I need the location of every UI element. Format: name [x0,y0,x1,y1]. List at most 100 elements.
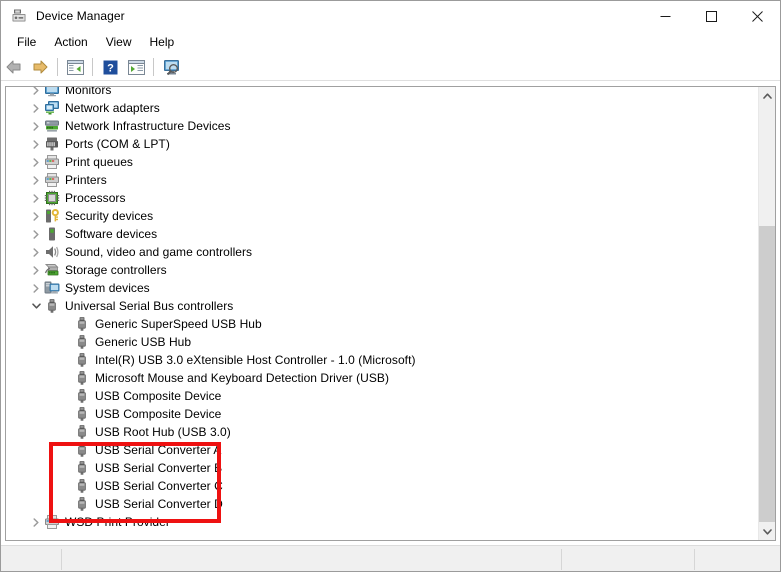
device-tree-panel: Monitors Network adapters Network Infrastr… [5,86,776,541]
tree-item-label: Software devices [65,227,158,241]
tree-item-label: Storage controllers [65,263,167,277]
back-button[interactable] [2,55,26,79]
tree-row[interactable]: USB Serial Converter D [6,495,758,513]
tree-row[interactable]: USB Serial Converter C [6,477,758,495]
tree-item-label: Monitors [65,87,112,97]
console-tree-icon[interactable] [63,55,87,79]
usb-icon [74,352,90,368]
monitor-icon [44,87,60,98]
tree-item-label: Security devices [65,209,154,223]
toolbar-separator [153,58,154,76]
chevron-right-icon[interactable] [28,190,44,206]
chevron-right-icon[interactable] [28,226,44,242]
forward-button[interactable] [28,55,52,79]
tree-row[interactable]: Monitors [6,87,758,99]
scan-monitor-icon[interactable] [159,55,183,79]
usb-icon [74,370,90,386]
usb-icon [74,442,90,458]
tree-row[interactable]: USB Composite Device [6,405,758,423]
menu-file[interactable]: File [8,32,45,53]
tree-row[interactable]: Print queues [6,153,758,171]
status-divider [694,549,695,570]
menu-action[interactable]: Action [45,32,96,53]
close-button[interactable] [734,1,780,31]
tree-item-label: Processors [65,191,126,205]
tree-item-label: Ports (COM & LPT) [65,137,170,151]
tree-row[interactable]: USB Serial Converter B [6,459,758,477]
tree-row[interactable]: Universal Serial Bus controllers [6,297,758,315]
usb-icon [74,316,90,332]
scrollbar-thumb[interactable] [759,226,775,522]
sound-icon [44,244,60,260]
tree-row[interactable]: WSD Print Provider [6,513,758,531]
chevron-down-icon[interactable] [28,298,44,314]
chevron-right-icon[interactable] [28,514,44,530]
usb-icon [74,388,90,404]
tree-row[interactable]: USB Composite Device [6,387,758,405]
maximize-button[interactable] [688,1,734,31]
properties-icon[interactable] [124,55,148,79]
tree-row[interactable]: Sound, video and game controllers [6,243,758,261]
tree-item-label: System devices [65,281,150,295]
menu-view[interactable]: View [97,32,141,53]
network-infra-icon [44,118,60,134]
toolbar-separator [92,58,93,76]
storage-controller-icon [44,262,60,278]
printer-icon [44,154,60,170]
tree-row[interactable]: Ports (COM & LPT) [6,135,758,153]
usb-icon [74,460,90,476]
tree-item-label: Generic SuperSpeed USB Hub [95,317,262,331]
chevron-right-icon[interactable] [28,244,44,260]
tree-row[interactable]: Printers [6,171,758,189]
usb-icon [74,424,90,440]
tree-item-label: USB Root Hub (USB 3.0) [95,425,231,439]
chevron-right-icon[interactable] [28,118,44,134]
tree-item-label: Universal Serial Bus controllers [65,299,234,313]
tree-row[interactable]: Processors [6,189,758,207]
tree-row[interactable]: Security devices [6,207,758,225]
system-device-icon [44,280,60,296]
tree-item-label: USB Serial Converter B [95,461,223,475]
tree-row[interactable]: USB Serial Converter A [6,441,758,459]
tree-item-label: Microsoft Mouse and Keyboard Detection D… [95,371,389,385]
tree-row[interactable]: Generic SuperSpeed USB Hub [6,315,758,333]
vertical-scrollbar[interactable] [758,87,775,540]
security-device-icon [44,208,60,224]
tree-item-label: USB Serial Converter C [95,479,223,493]
chevron-right-icon[interactable] [28,208,44,224]
scroll-up-button[interactable] [759,87,775,104]
chevron-right-icon[interactable] [28,172,44,188]
menu-help[interactable]: Help [141,32,184,53]
minimize-button[interactable] [642,1,688,31]
tree-row[interactable]: System devices [6,279,758,297]
question-mark-icon[interactable]: ? [98,55,122,79]
tree-row[interactable]: Network Infrastructure Devices [6,117,758,135]
tree-row[interactable]: Network adapters [6,99,758,117]
svg-text:?: ? [107,62,114,74]
tree-row[interactable]: Generic USB Hub [6,333,758,351]
chevron-right-icon[interactable] [28,280,44,296]
chevron-right-icon[interactable] [28,87,44,98]
tree-item-label: USB Serial Converter D [95,497,223,511]
chevron-right-icon[interactable] [28,262,44,278]
tree-item-label: Sound, video and game controllers [65,245,253,259]
chevron-right-icon[interactable] [28,136,44,152]
tree-row[interactable]: Storage controllers [6,261,758,279]
tree-item-label: Network Infrastructure Devices [65,119,231,133]
status-divider [61,549,62,570]
printer-icon [44,514,60,530]
device-manager-window: Device Manager File Action View Help ? M… [0,0,781,572]
device-tree-clip: Monitors Network adapters Network Infrastr… [6,87,758,540]
processor-icon [44,190,60,206]
scroll-down-button[interactable] [759,523,775,540]
usb-icon [74,478,90,494]
chevron-right-icon[interactable] [28,154,44,170]
tree-row[interactable]: Software devices [6,225,758,243]
tree-row[interactable]: USB Root Hub (USB 3.0) [6,423,758,441]
tree-item-label: Generic USB Hub [95,335,192,349]
software-device-icon [44,226,60,242]
chevron-right-icon[interactable] [28,100,44,116]
tree-row[interactable]: Microsoft Mouse and Keyboard Detection D… [6,369,758,387]
menu-bar: File Action View Help [1,31,780,54]
tree-row[interactable]: Intel(R) USB 3.0 eXtensible Host Control… [6,351,758,369]
